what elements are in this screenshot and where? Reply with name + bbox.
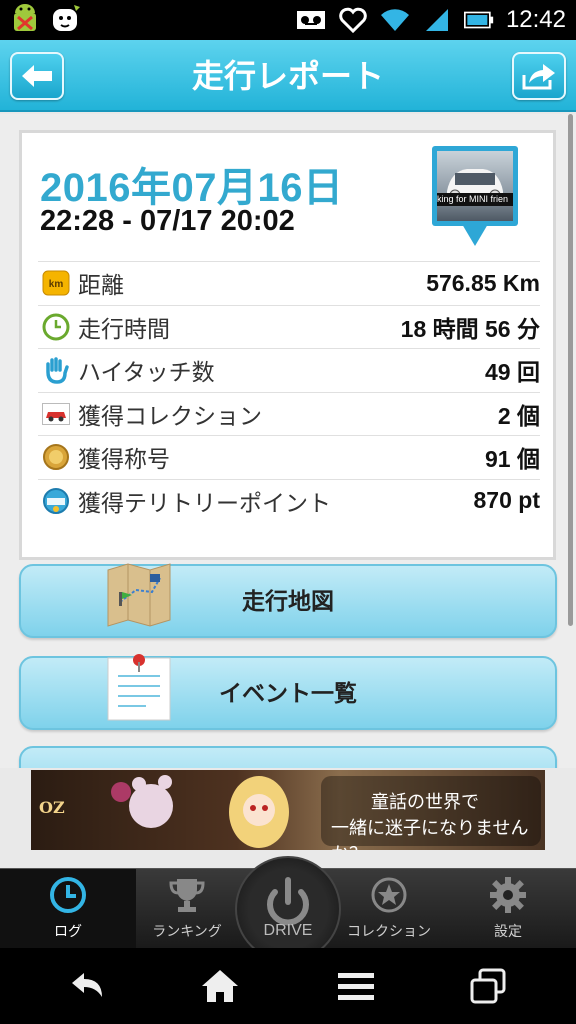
car-photo: king for MINI frien xyxy=(437,151,513,221)
home-icon xyxy=(202,970,238,1002)
car-collection-icon xyxy=(42,400,70,428)
stat-row-distance: km 距離 576.85 Km xyxy=(38,261,540,305)
tab-collection[interactable]: コレクション xyxy=(340,869,438,949)
nav-home-button[interactable] xyxy=(190,958,250,1014)
signal-icon xyxy=(422,5,452,35)
stat-value: 49 回 xyxy=(485,359,540,386)
spot-icon xyxy=(42,487,70,515)
app-header: 走行レポート xyxy=(0,40,576,112)
system-nav-bar xyxy=(0,948,576,1024)
ad-banner[interactable]: OZ 童話の世界で 一緒に迷子になりませんか？ xyxy=(31,770,545,850)
scrollbar[interactable] xyxy=(568,114,573,626)
stat-row-territory: 獲得テリトリーポイント 870 pt xyxy=(38,478,540,523)
share-icon xyxy=(522,64,555,90)
trophy-icon xyxy=(169,879,205,912)
battery-icon xyxy=(463,5,494,35)
stat-label: 距離 xyxy=(78,272,124,299)
clock-icon xyxy=(50,877,86,913)
tab-settings[interactable]: 設定 xyxy=(440,869,576,949)
status-bar: 12:42 xyxy=(0,0,576,40)
gear-icon xyxy=(490,877,526,913)
back-icon xyxy=(72,973,102,997)
medal-icon xyxy=(42,443,70,471)
drive-map-button[interactable]: 走行地図 xyxy=(19,563,557,638)
nav-menu-button[interactable] xyxy=(326,958,386,1014)
nav-back-button[interactable] xyxy=(58,958,118,1014)
drive-label: DRIVE xyxy=(263,922,313,939)
star-icon xyxy=(371,877,407,913)
banner-logo: OZ xyxy=(39,798,65,817)
report-time-range: 22:28 - 07/17 20:02 xyxy=(40,205,295,237)
km-icon: km xyxy=(42,269,70,297)
stat-label: 獲得テリトリーポイント xyxy=(78,489,331,516)
tab-label: コレクション xyxy=(347,923,431,939)
voicemail-icon xyxy=(296,5,326,35)
stat-label: ハイタッチ数 xyxy=(78,359,215,386)
banner-text-line1: 童話の世界で xyxy=(371,792,479,812)
stat-value: 2 個 xyxy=(497,402,540,429)
stat-row-collection: 獲得コレクション 2 個 xyxy=(38,391,540,436)
report-card: 2016年07月16日 22:28 - 07/17 20:02 king for… xyxy=(19,130,556,560)
stat-value: 91 個 xyxy=(485,446,540,473)
android-notification-icon xyxy=(10,4,40,34)
share-button[interactable] xyxy=(512,52,566,100)
tab-ranking[interactable]: ランキング xyxy=(138,869,236,949)
wifi-icon xyxy=(380,5,410,35)
stat-label: 獲得称号 xyxy=(78,446,170,473)
stat-label: 獲得コレクション xyxy=(78,402,262,429)
event-list-button[interactable]: イベント一覧 xyxy=(19,654,557,730)
content-scroll-area[interactable]: 2016年07月16日 22:28 - 07/17 20:02 king for… xyxy=(0,114,576,768)
car-photo-caption: king for MINI frien xyxy=(437,193,513,206)
tab-label: ログ xyxy=(54,923,82,939)
next-menu-button[interactable] xyxy=(19,746,557,768)
event-list-label: イベント一覧 xyxy=(219,680,357,706)
drive-map-label: 走行地図 xyxy=(242,588,334,614)
banner-text-line2: 一緒に迷子になりませんか？ xyxy=(331,818,529,850)
clock-icon xyxy=(42,313,70,341)
stat-row-high-touch: ハイタッチ数 49 回 xyxy=(38,348,540,392)
tab-log[interactable]: ログ xyxy=(0,869,136,949)
nav-recents-button[interactable] xyxy=(458,958,518,1014)
svg-text:km: km xyxy=(49,279,64,290)
stat-value: 576.85 Km xyxy=(426,269,540,296)
stat-row-titles: 獲得称号 91 個 xyxy=(38,435,540,479)
heart-icon xyxy=(338,5,368,35)
tab-label: 設定 xyxy=(494,923,522,939)
page-title: 走行レポート xyxy=(191,58,384,94)
stat-value: 18 時間 56 分 xyxy=(400,315,540,342)
car-photo-pin[interactable]: king for MINI frien xyxy=(432,146,518,248)
stats-list: km 距離 576.85 Km 走行時間 18 時間 56 分 ハイタッチ数 4… xyxy=(38,261,540,522)
clock-time: 12:42 xyxy=(505,6,566,33)
drive-button[interactable] xyxy=(235,856,341,962)
tab-label: ランキング xyxy=(152,923,222,939)
menu-icon xyxy=(338,973,374,1000)
stat-label: 走行時間 xyxy=(78,315,170,342)
dog-notification-icon xyxy=(50,4,80,34)
hand-icon xyxy=(42,356,70,385)
stat-value: 870 pt xyxy=(473,487,540,514)
recent-apps-icon xyxy=(470,968,506,1004)
stat-row-drive-time: 走行時間 18 時間 56 分 xyxy=(38,304,540,349)
